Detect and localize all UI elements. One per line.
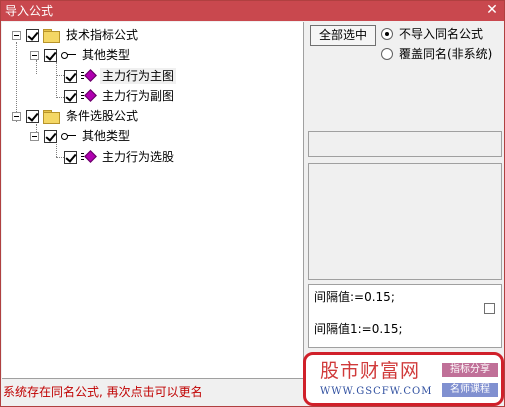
key-icon bbox=[61, 50, 77, 60]
tree-connector bbox=[56, 62, 57, 98]
logo-url: WWW.GSCFW.COM bbox=[320, 386, 433, 397]
formula-icon bbox=[81, 70, 97, 82]
group1-label[interactable]: 技术指标公式 bbox=[64, 27, 140, 43]
radio-overwrite[interactable]: 覆盖同名(非系统) bbox=[381, 46, 492, 62]
title-bar: 导入公式 ✕ bbox=[1, 1, 504, 21]
key-icon bbox=[61, 131, 77, 141]
item-label[interactable]: 主力行为主图 bbox=[100, 68, 177, 84]
formula-line: 间隔值1:=0.15; bbox=[314, 322, 403, 336]
group2-checkbox[interactable] bbox=[26, 109, 39, 123]
logo-brand: 股市财富网 bbox=[320, 360, 421, 382]
tree-item[interactable]: 主力行为主图 bbox=[64, 67, 177, 85]
folder-icon bbox=[43, 110, 60, 124]
collapse-icon[interactable] bbox=[30, 131, 39, 141]
radio-skip-label[interactable]: 不导入同名公式 bbox=[399, 26, 483, 42]
formula-tree[interactable]: 技术指标公式 其他类型 主力行为主图 主力行为副图 条件选股公式 其他类型 主力… bbox=[2, 22, 304, 379]
description-field bbox=[308, 131, 502, 157]
status-message: 系统存在同名公式, 再次点击可以更名 bbox=[3, 385, 203, 399]
radio-skip-duplicates[interactable]: 不导入同名公式 bbox=[381, 26, 483, 42]
radio-overwrite-circle[interactable] bbox=[381, 48, 393, 60]
item-checkbox[interactable] bbox=[64, 150, 77, 164]
import-formula-dialog: 导入公式 ✕ 技术指标公式 其他类型 主力行为主图 主力行为副图 条件选股公式 … bbox=[0, 0, 505, 407]
group1-sub-label[interactable]: 其他类型 bbox=[80, 47, 132, 63]
formula-icon bbox=[81, 90, 97, 102]
watermark-logo: 股市财富网 WWW.GSCFW.COM 指标分享 名师课程 bbox=[303, 352, 504, 406]
window-title: 导入公式 bbox=[5, 4, 54, 18]
radio-skip-circle[interactable] bbox=[381, 28, 393, 40]
tree-node-group1-sub[interactable]: 其他类型 bbox=[30, 46, 132, 64]
logo-tag: 名师课程 bbox=[442, 383, 498, 397]
formula-checkbox[interactable] bbox=[484, 303, 495, 314]
collapse-icon[interactable] bbox=[12, 30, 21, 40]
item-checkbox[interactable] bbox=[64, 69, 77, 83]
tree-node-group2[interactable]: 条件选股公式 bbox=[12, 107, 140, 125]
tree-item[interactable]: 主力行为选股 bbox=[64, 148, 176, 166]
collapse-icon[interactable] bbox=[12, 111, 21, 121]
tree-item[interactable]: 主力行为副图 bbox=[64, 87, 176, 105]
group1-checkbox[interactable] bbox=[26, 28, 39, 42]
tree-node-group2-sub[interactable]: 其他类型 bbox=[30, 127, 132, 145]
group2-sub-label[interactable]: 其他类型 bbox=[80, 128, 132, 144]
formula-text-area[interactable]: 间隔值:=0.15; 间隔值1:=0.15; bbox=[308, 284, 502, 348]
item-checkbox[interactable] bbox=[64, 89, 77, 103]
close-icon[interactable]: ✕ bbox=[484, 2, 500, 18]
item-label[interactable]: 主力行为选股 bbox=[100, 149, 176, 165]
formula-line: 间隔值:=0.15; bbox=[314, 290, 395, 304]
collapse-icon[interactable] bbox=[30, 50, 39, 60]
folder-icon bbox=[43, 29, 60, 43]
item-label[interactable]: 主力行为副图 bbox=[100, 88, 176, 104]
tree-node-group1[interactable]: 技术指标公式 bbox=[12, 26, 140, 44]
logo-tag: 指标分享 bbox=[442, 363, 498, 377]
formula-icon bbox=[81, 151, 97, 163]
radio-overwrite-label[interactable]: 覆盖同名(非系统) bbox=[399, 46, 492, 62]
select-all-button[interactable]: 全部选中 bbox=[310, 25, 376, 46]
group1-sub-checkbox[interactable] bbox=[44, 48, 57, 62]
group2-sub-checkbox[interactable] bbox=[44, 129, 57, 143]
group2-label[interactable]: 条件选股公式 bbox=[64, 108, 140, 124]
preview-panel bbox=[308, 163, 502, 280]
